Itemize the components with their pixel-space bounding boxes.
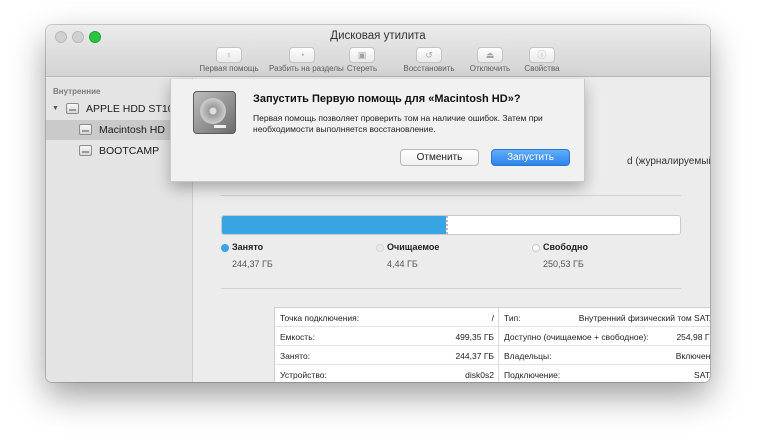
partition-label: Разбить на разделы (269, 64, 344, 73)
sidebar-item-label: Macintosh HD (99, 124, 165, 136)
first-aid-dialog: Запустить Первую помощь для «Macintosh H… (170, 79, 585, 182)
legend-name: Свободно (543, 242, 588, 252)
cancel-button[interactable]: Отменить (400, 149, 479, 166)
info-tool[interactable]: ⓘ Свойства (509, 47, 575, 73)
sidebar-item-label: APPLE HDD ST10 (86, 103, 174, 115)
erase-tool[interactable]: ▣ Стереть (329, 47, 395, 73)
dialog-title: Запустить Первую помощь для «Macintosh H… (253, 93, 521, 105)
hard-drive-icon (193, 91, 236, 134)
info-row-mount-point: Точка подключения: / (275, 308, 498, 327)
window-title: Дисковая утилита (330, 30, 426, 42)
erase-label: Стереть (346, 64, 378, 73)
info-row-connection: Подключение: SATA (504, 370, 710, 380)
volume-format: d (журналируемый) (627, 156, 710, 167)
first-aid-label: Первая помощь (199, 64, 259, 73)
info-row-device: Устройство: disk0s2 (280, 370, 494, 380)
purgeable-dot-icon (376, 244, 384, 252)
legend-value: 4,44 ГБ (387, 259, 418, 269)
hard-disk-icon (66, 103, 79, 114)
sidebar-item-label: BOOTCAMP (99, 145, 160, 157)
info-row-available: Доступно (очищаемое + свободное): 254,98… (499, 327, 710, 346)
sidebar-header: Внутренние (53, 87, 101, 96)
volume-icon (79, 124, 92, 135)
restore-tool[interactable]: ↺ Восстановить (396, 47, 462, 73)
free-dot-icon (532, 244, 540, 252)
divider (221, 288, 681, 289)
legend-name: Занято (232, 242, 264, 252)
partition-tool[interactable]: ◔ Разбить на разделы (269, 47, 344, 73)
legend-value: 244,37 ГБ (232, 259, 273, 269)
volume-icon (79, 145, 92, 156)
dialog-message: Первая помощь позволяет проверить том на… (253, 113, 543, 134)
erase-icon[interactable]: ▣ (349, 47, 375, 63)
first-aid-tool[interactable]: ♀ Первая помощь (196, 47, 262, 73)
restore-label: Восстановить (403, 64, 455, 73)
used-dot-icon (221, 244, 229, 252)
unmount-icon[interactable]: ⏏ (477, 47, 503, 63)
legend-name: Очищаемое (387, 242, 440, 252)
restore-icon[interactable]: ↺ (416, 47, 442, 63)
info-icon[interactable]: ⓘ (529, 47, 555, 63)
info-label: Свойства (524, 64, 560, 73)
usage-bar-used (222, 216, 446, 234)
usage-bar-purgeable (446, 216, 448, 234)
run-button[interactable]: Запустить (491, 149, 570, 166)
info-row-used: Занято: 244,37 ГБ (275, 346, 498, 365)
disclosure-triangle-icon[interactable]: ▼ (52, 105, 59, 112)
info-row-type: Тип: Внутренний физический том SATA (499, 308, 710, 327)
info-row-owners: Владельцы: Включено (499, 346, 710, 365)
volume-info-table: Точка подключения: / Емкость: 499,35 ГБ … (274, 307, 710, 382)
legend-value: 250,53 ГБ (543, 259, 584, 269)
stethoscope-icon[interactable]: ♀ (216, 47, 242, 63)
info-row-capacity: Емкость: 499,35 ГБ (275, 327, 498, 346)
partition-icon[interactable]: ◔ (289, 47, 315, 63)
divider (221, 195, 681, 196)
usage-bar (221, 215, 681, 235)
title-bar[interactable]: Дисковая утилита ♀ Первая помощь ◔ Разби… (46, 25, 710, 77)
